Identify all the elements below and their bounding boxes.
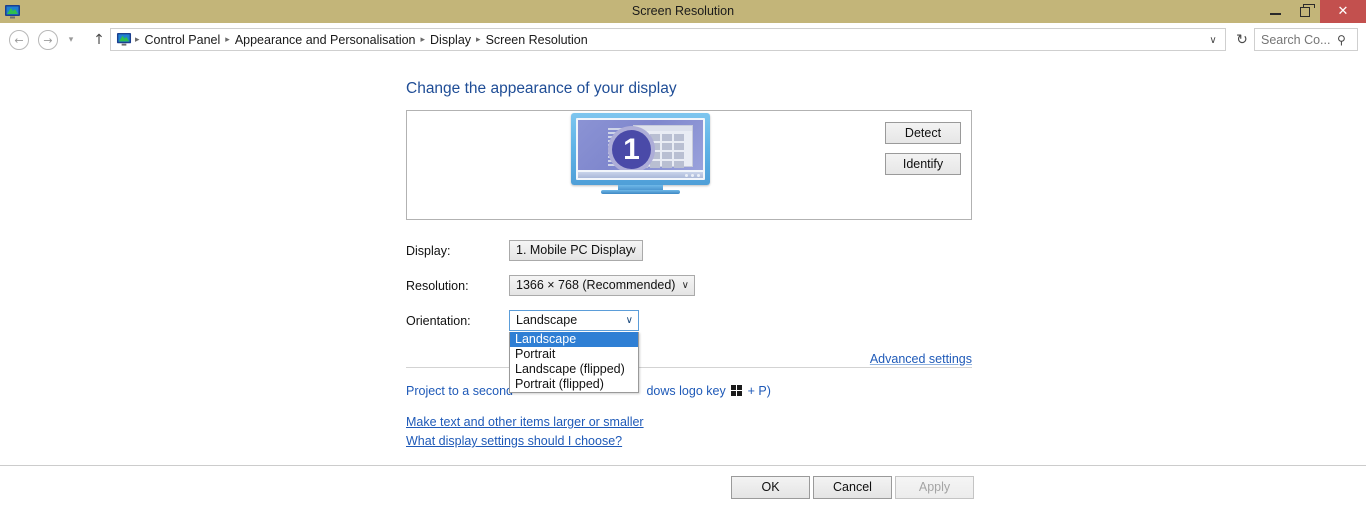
section-divider [406,367,972,368]
breadcrumb-item-screen-resolution[interactable]: Screen Resolution [482,33,592,47]
detect-button[interactable]: Detect [885,122,961,144]
back-button[interactable]: ← [9,30,29,50]
project-link-keysuffix: + P) [744,384,771,398]
chevron-down-icon: ∨ [629,245,637,256]
monitor-preview[interactable]: 1 [571,113,710,194]
orientation-dropdown-list[interactable]: Landscape Portrait Landscape (flipped) P… [509,332,639,393]
refresh-button[interactable]: ↻ [1230,28,1254,51]
display-select[interactable]: 1. Mobile PC Display ∨ [509,240,643,261]
window-titlebar: Screen Resolution ✕ [0,0,1366,23]
minimize-button[interactable] [1260,0,1290,23]
up-arrow-icon: ↑ [93,32,105,48]
breadcrumb-item-control-panel[interactable]: Control Panel [141,33,225,47]
project-link-suffix: dows logo key [646,384,730,398]
back-arrow-icon: ← [14,33,24,47]
breadcrumb-item-display[interactable]: Display [426,33,475,47]
breadcrumb-dropdown-button[interactable]: ∨ [1202,30,1224,51]
resolution-select-value: 1366 × 768 (Recommended) [516,278,676,292]
maximize-button[interactable] [1290,0,1320,23]
chevron-down-icon: ∨ [1209,35,1217,46]
breadcrumb-display-icon [116,32,132,47]
close-icon: ✕ [1337,4,1349,19]
cancel-button[interactable]: Cancel [813,476,892,499]
display-select-value: 1. Mobile PC Display [516,243,633,257]
resolution-select[interactable]: 1366 × 768 (Recommended) ∨ [509,275,695,296]
display-label: Display: [406,244,451,258]
search-box[interactable]: ⚲ [1254,28,1358,51]
identify-button[interactable]: Identify [885,153,961,175]
display-preview-panel: 1 Detect Identify [406,110,972,220]
forward-button[interactable]: → [38,30,58,50]
monitor-foot [601,190,680,194]
orientation-option-portrait-flipped[interactable]: Portrait (flipped) [510,377,638,392]
close-button[interactable]: ✕ [1320,0,1366,23]
what-display-settings-link[interactable]: What display settings should I choose? [406,434,622,448]
refresh-icon: ↻ [1236,31,1248,48]
make-text-larger-link[interactable]: Make text and other items larger or smal… [406,415,644,429]
breadcrumb[interactable]: ▸ Control Panel ▸ Appearance and Persona… [110,28,1226,51]
monitor-number-badge: 1 [608,126,655,170]
orientation-label: Orientation: [406,314,471,328]
page-title: Change the appearance of your display [406,80,677,97]
monitor-taskbar-dots [685,173,700,177]
windows-logo-key-icon [731,385,743,396]
breadcrumb-item-appearance[interactable]: Appearance and Personalisation [231,33,420,47]
orientation-select-value: Landscape [516,313,578,327]
dialog-footer: OK Cancel Apply [0,466,1366,520]
project-link-prefix: Project to a second [406,384,517,398]
monitor-outer-frame: 1 [571,113,710,185]
orientation-select[interactable]: Landscape ∨ [509,310,639,331]
monitor-bezel: 1 [576,118,705,180]
window-title: Screen Resolution [631,4,735,18]
orientation-option-landscape-flipped[interactable]: Landscape (flipped) [510,362,638,377]
monitor-screen: 1 [578,120,703,170]
apply-button: Apply [895,476,974,499]
address-bar: ← → ▾ ↑ ▸ Control Panel ▸ Appearance and… [0,23,1366,56]
chevron-down-icon: ▾ [68,35,74,45]
main-content: Change the appearance of your display 1 … [0,56,1366,465]
advanced-settings-link[interactable]: Advanced settings [870,352,972,366]
orientation-option-portrait[interactable]: Portrait [510,347,638,362]
search-input[interactable] [1259,31,1337,48]
recent-locations-button[interactable]: ▾ [65,35,77,45]
resolution-label: Resolution: [406,279,469,293]
chevron-down-icon: ∨ [625,315,633,326]
orientation-option-landscape[interactable]: Landscape [510,332,638,347]
minimize-icon [1269,13,1281,15]
search-icon: ⚲ [1337,32,1346,47]
ok-button[interactable]: OK [731,476,810,499]
chevron-down-icon: ∨ [681,280,689,291]
up-one-level-button[interactable]: ↑ [90,31,108,49]
forward-arrow-icon: → [43,33,53,47]
maximize-icon [1300,3,1315,17]
